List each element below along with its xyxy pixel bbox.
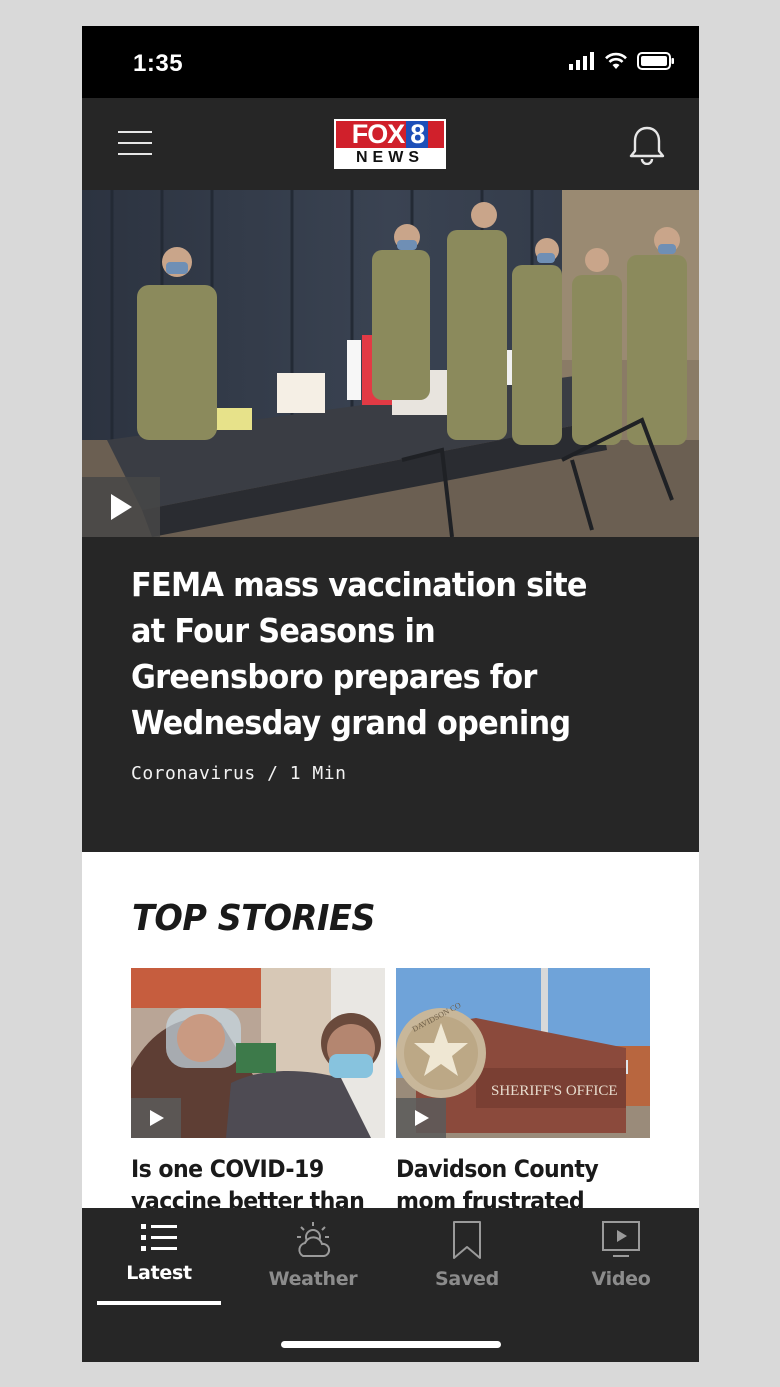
tab-weather[interactable]: Weather <box>251 1220 375 1302</box>
status-bar: 1:35 <box>82 26 699 98</box>
play-screen-icon <box>602 1221 640 1257</box>
bell-icon <box>629 126 665 166</box>
battery-icon <box>637 52 674 70</box>
story-headline[interactable]: Davidson County mom frustrated after man <box>396 1153 635 1208</box>
tab-latest[interactable]: Latest <box>97 1220 221 1302</box>
status-time: 1:35 <box>133 50 184 77</box>
tab-label: Saved <box>435 1268 499 1290</box>
menu-button[interactable] <box>118 131 152 159</box>
hero-duration: 1 Min <box>289 763 347 784</box>
section-heading: TOP STORIES <box>132 898 376 939</box>
fox8-news-logo[interactable]: FOX 8 NEWS <box>334 119 446 169</box>
story-play-button[interactable] <box>131 1098 181 1138</box>
badge-text: DAVIDSON CO <box>411 1000 463 1033</box>
logo-fox: FOX <box>351 119 406 149</box>
logo-eight: 8 <box>406 121 429 148</box>
play-icon <box>415 1110 429 1126</box>
story-card[interactable]: SHERIFF'S OFFICE DAVIDSON CO Davidson Co… <box>396 968 650 1208</box>
hero-separator: / <box>267 763 279 784</box>
story-play-button[interactable] <box>396 1098 446 1138</box>
story-headline[interactable]: Is one COVID-19 vaccine better than <box>131 1153 370 1208</box>
phone-screen: 1:35 FOX 8 NEWS FEMA mass vaccination si… <box>82 26 699 1362</box>
wifi-icon <box>605 52 627 69</box>
tab-label: Latest <box>126 1262 192 1284</box>
app-header: FOX 8 NEWS <box>82 98 699 190</box>
hero-image <box>82 190 699 537</box>
top-stories-section: TOP STORIES Is one COVID-19 vaccine bett… <box>82 852 699 1208</box>
bookmark-icon <box>453 1221 481 1259</box>
hero-play-button[interactable] <box>82 477 160 537</box>
hero-meta: Coronavirus / 1 Min <box>131 763 346 784</box>
story-thumbnail: SHERIFF'S OFFICE DAVIDSON CO <box>396 968 650 1138</box>
hero-category[interactable]: Coronavirus <box>131 763 256 784</box>
logo-top: FOX 8 <box>336 121 444 148</box>
play-icon <box>111 494 132 520</box>
cloud-sun-icon <box>297 1222 331 1257</box>
story-thumbnail <box>131 968 385 1138</box>
story-card[interactable]: Is one COVID-19 vaccine better than <box>131 968 385 1208</box>
bottom-tab-bar: Latest Weather Saved Video <box>82 1208 699 1362</box>
tab-saved[interactable]: Saved <box>405 1220 529 1302</box>
menu-icon-line <box>118 131 152 133</box>
home-indicator[interactable] <box>281 1341 501 1348</box>
tab-video[interactable]: Video <box>559 1220 683 1302</box>
active-tab-indicator <box>97 1301 221 1305</box>
menu-icon-line <box>118 142 152 144</box>
play-icon <box>150 1110 164 1126</box>
notifications-button[interactable] <box>629 125 665 166</box>
status-icons <box>569 52 675 70</box>
tab-label: Video <box>591 1268 651 1290</box>
menu-icon-line <box>118 153 152 155</box>
hero-story[interactable]: FEMA mass vaccination site at Four Seaso… <box>82 190 699 852</box>
sheriff-sign-text: SHERIFF'S OFFICE <box>491 1083 618 1099</box>
logo-news: NEWS <box>356 149 424 166</box>
tab-label: Weather <box>268 1268 358 1290</box>
hero-headline[interactable]: FEMA mass vaccination site at Four Seaso… <box>131 562 609 746</box>
signal-icon <box>569 52 594 70</box>
list-icon <box>141 1224 177 1251</box>
